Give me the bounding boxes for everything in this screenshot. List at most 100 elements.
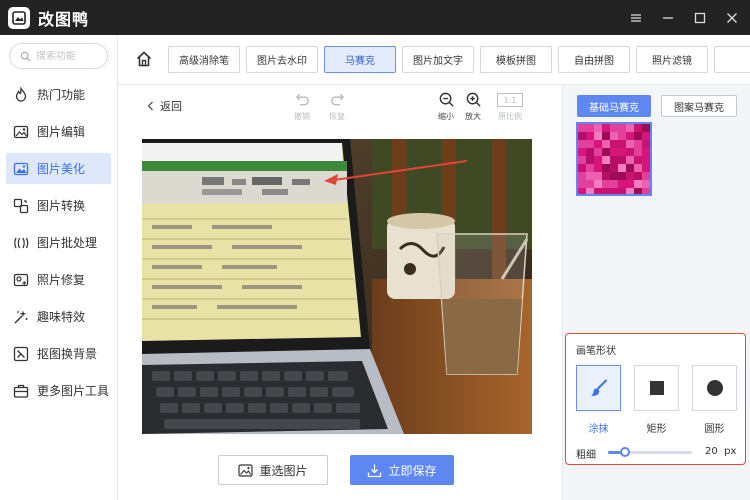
sidebar-item-label: 图片批处理 — [37, 236, 98, 250]
back-button[interactable]: 返回 — [147, 98, 182, 114]
flame-icon — [15, 86, 27, 102]
mosaic-cell — [578, 172, 586, 180]
pattern-mosaic-button[interactable]: 图案马赛克 — [661, 95, 737, 117]
mosaic-cell — [578, 148, 586, 156]
mosaic-cell — [618, 140, 626, 148]
mosaic-cell — [586, 148, 594, 156]
maximize-icon[interactable] — [692, 10, 708, 26]
mosaic-cell — [618, 188, 626, 194]
mosaic-cell — [586, 140, 594, 148]
sidebar-item-edit[interactable]: 图片编辑 — [6, 116, 111, 147]
mosaic-options-panel: 基础马赛克 图案马赛克 画笔形状 涂抹 矩形 圆形 粗细 20 px — [562, 85, 750, 500]
mosaic-cell — [602, 132, 610, 140]
mosaic-cell — [610, 140, 618, 148]
brush-shape-rectangle-label: 矩形 — [646, 424, 667, 435]
zoom-in-label: 放大 — [465, 112, 481, 121]
brush-shape-smear[interactable] — [576, 365, 621, 411]
sidebar-item-convert[interactable]: 图片转换 — [6, 190, 111, 221]
mosaic-cell — [634, 180, 642, 188]
zoom-out-icon — [439, 92, 454, 107]
tab-free-collage[interactable]: 自由拼图 — [558, 46, 630, 73]
tab-overflow[interactable] — [714, 46, 750, 73]
title-bar: 改图鸭 — [0, 0, 750, 35]
image-icon — [238, 463, 254, 477]
mosaic-cell — [586, 156, 594, 164]
mosaic-cell — [602, 172, 610, 180]
image-canvas[interactable] — [142, 139, 532, 434]
mosaic-cell — [578, 180, 586, 188]
tab-photo-filter[interactable]: 照片滤镜 — [636, 46, 708, 73]
sidebar-item-effects[interactable]: 趣味特效 — [6, 301, 111, 332]
search-box[interactable] — [9, 43, 108, 69]
mosaic-cell — [634, 188, 642, 194]
minimize-icon[interactable] — [660, 10, 676, 26]
brush-shape-rectangle[interactable] — [634, 365, 679, 411]
tab-add-text[interactable]: 图片加文字 — [402, 46, 474, 73]
mosaic-preview-swatch[interactable] — [576, 122, 652, 196]
mosaic-cell — [602, 148, 610, 156]
mosaic-cell — [586, 164, 594, 172]
redo-icon — [330, 93, 344, 106]
cutout-icon — [13, 346, 29, 361]
original-ratio-button[interactable]: 1:1 原比例 — [493, 93, 527, 122]
mosaic-cell — [610, 164, 618, 172]
mosaic-cell — [586, 180, 594, 188]
redo-button[interactable]: 恢复 — [320, 91, 354, 122]
home-icon[interactable] — [135, 50, 153, 68]
app-title: 改图鸭 — [38, 9, 90, 29]
mosaic-cell — [642, 180, 650, 188]
sidebar-item-more[interactable]: 更多图片工具 — [6, 375, 111, 406]
mosaic-cell — [626, 140, 634, 148]
mosaic-cell — [586, 124, 594, 132]
undo-icon — [295, 93, 309, 106]
sidebar-item-hot[interactable]: 热门功能 — [6, 79, 111, 110]
image-beautify-icon — [13, 162, 29, 175]
app-logo-icon — [8, 6, 30, 29]
mosaic-cell — [618, 148, 626, 156]
mosaic-cell — [594, 148, 602, 156]
sidebar-item-label: 图片转换 — [37, 199, 86, 213]
mosaic-cell — [578, 156, 586, 164]
sidebar-item-batch[interactable]: 图片批处理 — [6, 227, 111, 258]
ratio-icon: 1:1 — [497, 93, 523, 107]
sidebar-item-label: 照片修复 — [37, 273, 86, 287]
tab-mosaic[interactable]: 马赛克 — [324, 46, 396, 73]
tab-advanced-eraser[interactable]: 高级消除笔 — [168, 46, 240, 73]
sidebar-item-label: 热门功能 — [37, 88, 86, 102]
mosaic-cell — [610, 156, 618, 164]
mosaic-cell — [642, 172, 650, 180]
mosaic-cell — [642, 140, 650, 148]
sidebar-item-repair[interactable]: 照片修复 — [6, 264, 111, 295]
brush-shape-circle-label: 圆形 — [704, 424, 725, 435]
save-button[interactable]: 立即保存 — [350, 455, 454, 485]
brush-size-slider[interactable] — [608, 447, 692, 457]
tab-remove-watermark[interactable]: 图片去水印 — [246, 46, 318, 73]
mosaic-cell — [618, 124, 626, 132]
undo-button[interactable]: 撤销 — [285, 91, 319, 122]
search-input[interactable] — [36, 50, 106, 62]
mosaic-cell — [578, 124, 586, 132]
zoom-in-button[interactable]: 放大 — [456, 91, 490, 122]
mosaic-cell — [594, 140, 602, 148]
sparkle-icon — [14, 310, 28, 323]
close-icon[interactable] — [724, 10, 740, 26]
sidebar-item-label: 图片美化 — [37, 162, 86, 176]
reselect-image-button[interactable]: 重选图片 — [218, 455, 328, 485]
mosaic-cell — [586, 172, 594, 180]
menu-icon[interactable] — [628, 10, 644, 26]
tab-template-collage[interactable]: 模板拼图 — [480, 46, 552, 73]
sidebar: 热门功能 图片编辑 图片美化 图片转换 图片批处理 照片修复 趣味特效 抠图换背… — [0, 35, 118, 500]
mosaic-cell — [626, 188, 634, 194]
back-label: 返回 — [160, 100, 182, 113]
mosaic-cell — [602, 164, 610, 172]
sidebar-item-beautify[interactable]: 图片美化 — [6, 153, 111, 184]
basic-mosaic-button[interactable]: 基础马赛克 — [577, 95, 651, 117]
mosaic-cell — [578, 132, 586, 140]
mosaic-cell — [642, 188, 650, 194]
slider-thumb[interactable] — [619, 447, 630, 457]
image-edit-icon — [13, 125, 29, 138]
brush-size-value: 20 px — [705, 446, 737, 457]
brush-shape-circle[interactable] — [692, 365, 737, 411]
sidebar-item-cutout[interactable]: 抠图换背景 — [6, 338, 111, 369]
mosaic-cell — [610, 132, 618, 140]
